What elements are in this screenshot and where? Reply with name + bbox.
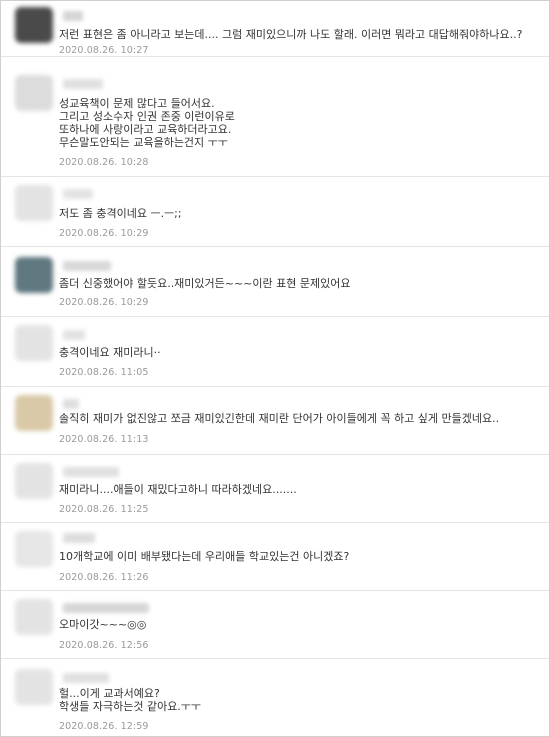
comment-item: 성교육책이 문제 많다고 들어서요. 그리고 성소수자 인권 존중 이런이유로 … [1, 57, 549, 177]
comment-date: 2020.08.26. 10:28 [59, 157, 149, 168]
comment-text: 10개학교에 이미 배부됐다는데 우리애들 학교있는건 아니겠죠? [59, 550, 350, 563]
comment-text: 충격이네요 재미라니·· [59, 346, 161, 359]
author-name[interactable] [63, 261, 111, 271]
comment-date: 2020.08.26. 12:56 [59, 640, 149, 651]
avatar [15, 257, 53, 293]
avatar [15, 185, 53, 221]
author-name[interactable] [63, 11, 83, 21]
comment-date: 2020.08.26. 11:26 [59, 572, 149, 583]
comment-date: 2020.08.26. 11:13 [59, 434, 149, 445]
comment-date: 2020.08.26. 11:05 [59, 367, 149, 378]
avatar [15, 531, 53, 567]
comment-text: 재미라니....애들이 재밌다고하니 따라하겠네요....... [59, 483, 297, 496]
author-name[interactable] [63, 79, 103, 89]
comment-item: 충격이네요 재미라니·· 2020.08.26. 11:05 [1, 317, 549, 387]
avatar [15, 599, 53, 635]
author-name[interactable] [63, 673, 109, 683]
comment-list: 저런 표현은 좀 아니라고 보는데.... 그럼 재미있으니까 나도 할래. 이… [0, 0, 550, 737]
comment-text: 솔직히 재미가 없진않고 쪼금 재미있긴한데 재미란 단어가 아이들에게 꼭 하… [59, 412, 500, 425]
comment-item: 10개학교에 이미 배부됐다는데 우리애들 학교있는건 아니겠죠? 2020.0… [1, 523, 549, 591]
comment-item: 헐...이게 교과서예요? 학생들 자극하는것 같아요.ㅜㅜ 2020.08.2… [1, 659, 549, 736]
avatar [15, 325, 53, 361]
avatar [15, 395, 53, 431]
avatar [15, 463, 53, 499]
comment-item: 저런 표현은 좀 아니라고 보는데.... 그럼 재미있으니까 나도 할래. 이… [1, 1, 549, 57]
comment-text: 성교육책이 문제 많다고 들어서요. 그리고 성소수자 인권 존중 이런이유로 … [59, 97, 235, 149]
comment-date: 2020.08.26. 10:29 [59, 228, 149, 239]
author-name[interactable] [63, 399, 79, 409]
avatar [15, 75, 53, 111]
comment-date: 2020.08.26. 10:29 [59, 297, 149, 308]
comment-item: 저도 좀 충격이네요 ㅡ.ㅡ;; 2020.08.26. 10:29 [1, 177, 549, 247]
avatar [15, 7, 53, 43]
comment-date: 2020.08.26. 11:25 [59, 504, 149, 515]
comment-date: 2020.08.26. 10:27 [59, 45, 149, 56]
author-name[interactable] [63, 330, 85, 340]
author-name[interactable] [63, 533, 95, 543]
comment-text: 헐...이게 교과서예요? 학생들 자극하는것 같아요.ㅜㅜ [59, 687, 202, 713]
comment-item: 오마이갓~~~◎◎ 2020.08.26. 12:56 [1, 591, 549, 659]
comment-text: 좀더 신중했어야 할듯요..재미있거든~~~이란 표현 문제있어요 [59, 277, 351, 290]
avatar [15, 669, 53, 705]
comment-date: 2020.08.26. 12:59 [59, 721, 149, 732]
comment-text: 저도 좀 충격이네요 ㅡ.ㅡ;; [59, 207, 182, 220]
author-name[interactable] [63, 603, 149, 613]
author-name[interactable] [63, 189, 93, 199]
comment-item: 솔직히 재미가 없진않고 쪼금 재미있긴한데 재미란 단어가 아이들에게 꼭 하… [1, 387, 549, 455]
comment-text: 저런 표현은 좀 아니라고 보는데.... 그럼 재미있으니까 나도 할래. 이… [59, 28, 523, 41]
author-name[interactable] [63, 467, 119, 477]
comment-item: 재미라니....애들이 재밌다고하니 따라하겠네요....... 2020.08… [1, 455, 549, 523]
comment-text: 오마이갓~~~◎◎ [59, 618, 147, 631]
comment-item: 좀더 신중했어야 할듯요..재미있거든~~~이란 표현 문제있어요 2020.0… [1, 247, 549, 317]
